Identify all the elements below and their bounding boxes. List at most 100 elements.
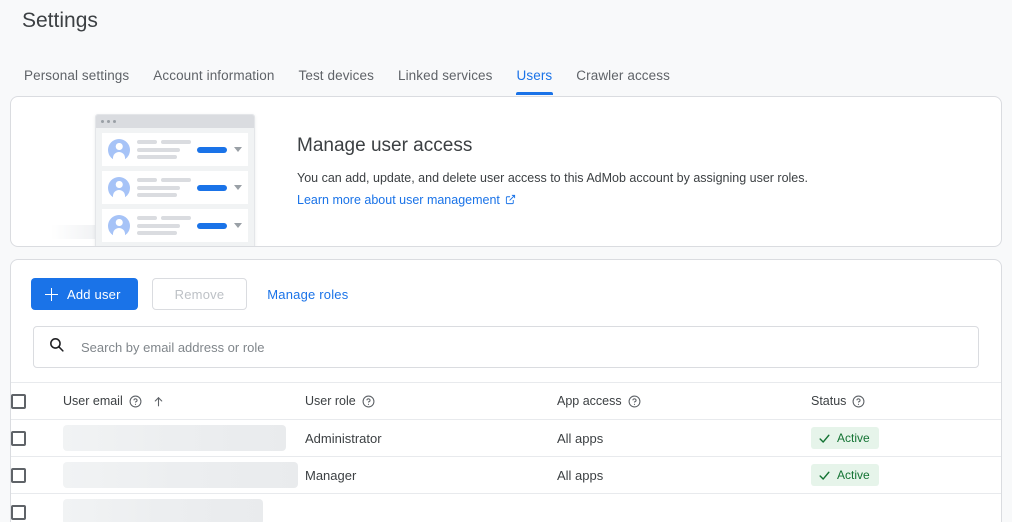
help-icon[interactable] bbox=[129, 395, 142, 408]
person-avatar-icon bbox=[108, 176, 130, 199]
illustration-bar bbox=[161, 178, 191, 182]
illustration-bar bbox=[137, 140, 157, 144]
add-user-label: Add user bbox=[67, 286, 121, 302]
tab-users[interactable]: Users bbox=[505, 58, 565, 95]
promo-title: Manage user access bbox=[297, 134, 473, 156]
illustration-line-pair bbox=[137, 216, 191, 220]
manage-roles-button[interactable]: Manage roles bbox=[261, 287, 354, 302]
column-header-app-access[interactable]: App access bbox=[557, 382, 811, 420]
check-icon bbox=[818, 432, 831, 445]
cell-user-email bbox=[63, 456, 305, 494]
tab-linked-services[interactable]: Linked services bbox=[386, 58, 505, 92]
illustration-text-lines bbox=[137, 178, 191, 197]
illustration-role-pill bbox=[197, 146, 227, 153]
remove-button[interactable]: Remove bbox=[151, 278, 248, 310]
row-checkbox[interactable] bbox=[11, 430, 26, 446]
illustration-bar bbox=[137, 216, 157, 220]
select-all-checkbox[interactable] bbox=[11, 393, 26, 409]
search-box[interactable] bbox=[33, 326, 979, 368]
illustration-bar bbox=[137, 193, 177, 197]
illustration-line-pair bbox=[137, 140, 191, 144]
search-icon bbox=[48, 336, 65, 358]
illustration-user-row bbox=[102, 209, 248, 242]
users-table-card: Add user Remove Manage roles Search by e… bbox=[10, 259, 1002, 522]
illustration-rows bbox=[96, 128, 254, 246]
tab-active-underline bbox=[515, 92, 554, 95]
status-label: Active bbox=[837, 431, 870, 445]
illustration-bar bbox=[137, 231, 177, 235]
illustration-bar bbox=[137, 223, 180, 228]
row-select-cell bbox=[11, 493, 63, 522]
cell-status: Active bbox=[811, 456, 1001, 494]
chevron-down-icon bbox=[234, 223, 242, 228]
settings-tab-bar: Personal settings Account information Te… bbox=[12, 58, 682, 96]
illustration-user-row bbox=[102, 171, 248, 204]
tab-personal-settings[interactable]: Personal settings bbox=[12, 58, 141, 92]
illustration-text-lines bbox=[137, 216, 191, 235]
table-row[interactable]: Manager All apps Active bbox=[11, 456, 1001, 494]
tab-label: Linked services bbox=[397, 67, 493, 83]
status-label: Active bbox=[837, 468, 870, 482]
illustration-line-pair bbox=[137, 178, 191, 182]
row-select-cell bbox=[11, 456, 63, 494]
sort-ascending-icon[interactable] bbox=[152, 395, 165, 408]
table-header-row: User email User role App access Status bbox=[11, 382, 1001, 420]
column-header-status[interactable]: Status bbox=[811, 382, 1001, 420]
search-input[interactable] bbox=[79, 338, 964, 356]
tab-label: Personal settings bbox=[24, 67, 130, 83]
column-header-user-role[interactable]: User role bbox=[305, 382, 557, 420]
column-header-user-email[interactable]: User email bbox=[63, 382, 305, 420]
help-icon[interactable] bbox=[852, 395, 865, 408]
tab-label: Crawler access bbox=[576, 67, 670, 83]
illustration-bar bbox=[137, 147, 180, 152]
redacted-email bbox=[63, 425, 286, 451]
person-avatar-icon bbox=[108, 214, 130, 237]
illustration-text-lines bbox=[137, 140, 191, 159]
cell-status bbox=[811, 493, 1001, 522]
row-select-cell bbox=[11, 419, 63, 457]
select-all-header bbox=[11, 382, 63, 420]
chevron-down-icon bbox=[234, 185, 242, 190]
chevron-down-icon bbox=[234, 147, 242, 152]
table-row[interactable] bbox=[11, 493, 1001, 522]
illustration-role-pill bbox=[197, 184, 227, 191]
column-label: User role bbox=[305, 394, 356, 408]
window-dot-icon bbox=[101, 120, 104, 123]
status-badge: Active bbox=[811, 464, 879, 486]
user-list-window-illustration bbox=[11, 97, 261, 246]
tab-account-information[interactable]: Account information bbox=[141, 58, 286, 92]
help-icon[interactable] bbox=[628, 395, 641, 408]
window-dot-icon bbox=[107, 120, 110, 123]
cell-app-access: All apps bbox=[557, 419, 811, 457]
page-header: Settings Personal settings Account infor… bbox=[0, 0, 1012, 96]
learn-more-link[interactable]: Learn more about user management bbox=[297, 193, 516, 207]
column-label: Status bbox=[811, 394, 847, 408]
row-checkbox[interactable] bbox=[11, 467, 26, 483]
cell-user-role: Administrator bbox=[305, 419, 557, 457]
learn-more-label: Learn more about user management bbox=[297, 192, 500, 207]
promo-description: You can add, update, and delete user acc… bbox=[297, 170, 808, 185]
illustration-titlebar bbox=[96, 115, 254, 128]
tab-label: Users bbox=[516, 67, 553, 83]
search-container bbox=[11, 326, 1001, 382]
tab-label: Test devices bbox=[298, 67, 374, 83]
status-badge: Active bbox=[811, 427, 879, 449]
tab-label: Account information bbox=[153, 67, 275, 83]
users-table: User email User role App access Status A… bbox=[11, 382, 1001, 522]
help-icon[interactable] bbox=[362, 395, 375, 408]
redacted-email bbox=[63, 462, 298, 488]
table-row[interactable]: Administrator All apps Active bbox=[11, 419, 1001, 457]
manage-user-access-text: Manage user access You can add, update, … bbox=[261, 135, 828, 209]
column-label: App access bbox=[557, 394, 622, 408]
illustration-bar bbox=[137, 185, 180, 190]
add-user-button[interactable]: Add user bbox=[31, 278, 138, 310]
cell-app-access: All apps bbox=[557, 456, 811, 494]
illustration-bar bbox=[137, 155, 177, 159]
illustration-bar bbox=[161, 216, 191, 220]
tab-test-devices[interactable]: Test devices bbox=[286, 58, 385, 92]
plus-icon bbox=[45, 287, 58, 301]
illustration-bar bbox=[161, 140, 191, 144]
tab-crawler-access[interactable]: Crawler access bbox=[564, 58, 682, 92]
person-avatar-icon bbox=[108, 138, 130, 161]
row-checkbox[interactable] bbox=[11, 504, 26, 520]
